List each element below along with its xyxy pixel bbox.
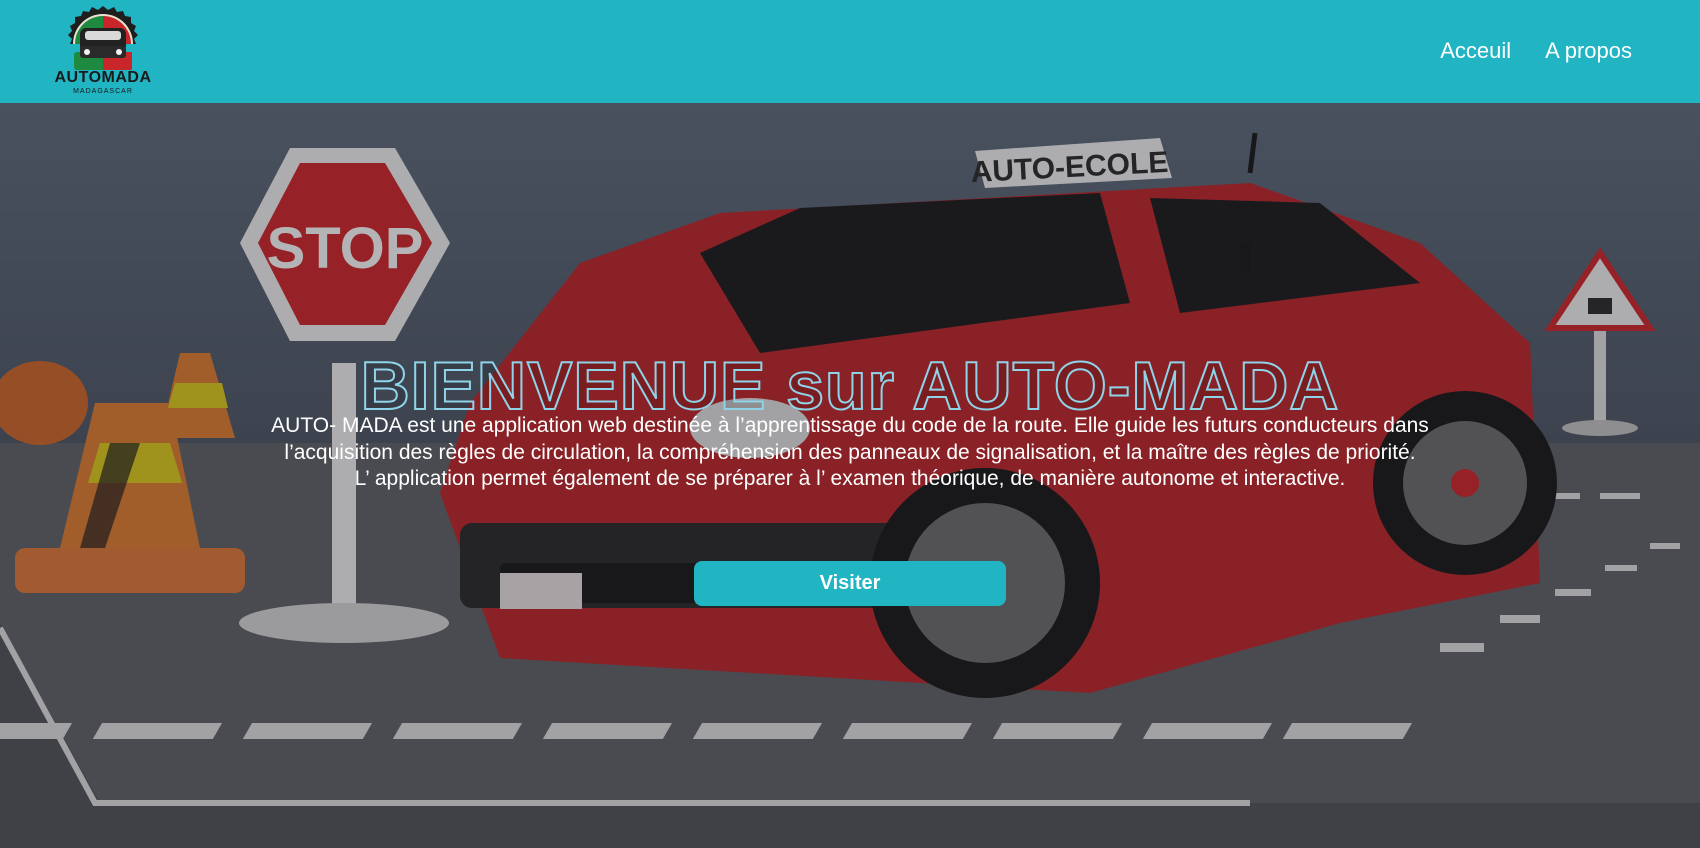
nav-link-about[interactable]: A propos: [1545, 38, 1632, 64]
automada-logo[interactable]: AUTOMADA MADAGASCAR: [50, 2, 156, 102]
hero-description: AUTO- MADA est une application web desti…: [150, 413, 1550, 493]
logo-text: AUTOMADA: [54, 69, 152, 86]
car-logo-icon: [68, 6, 138, 70]
site-header: AUTOMADA MADAGASCAR Acceuil A propos: [0, 0, 1700, 103]
logo-subtext: MADAGASCAR: [73, 88, 133, 95]
description-line-2: l’acquisition des règles de circulation,…: [284, 440, 1416, 464]
visit-button[interactable]: Visiter: [694, 561, 1006, 606]
nav-link-home[interactable]: Acceuil: [1440, 38, 1511, 64]
hero-section: STOP AUTO-ECOLE BIENVENUE sur AUTO-MADA …: [0, 103, 1700, 848]
description-line-3: L’ application permet également de se pr…: [354, 467, 1346, 490]
description-line-1: AUTO- MADA est une application web desti…: [271, 414, 1429, 437]
main-nav: Acceuil A propos: [1440, 38, 1632, 64]
